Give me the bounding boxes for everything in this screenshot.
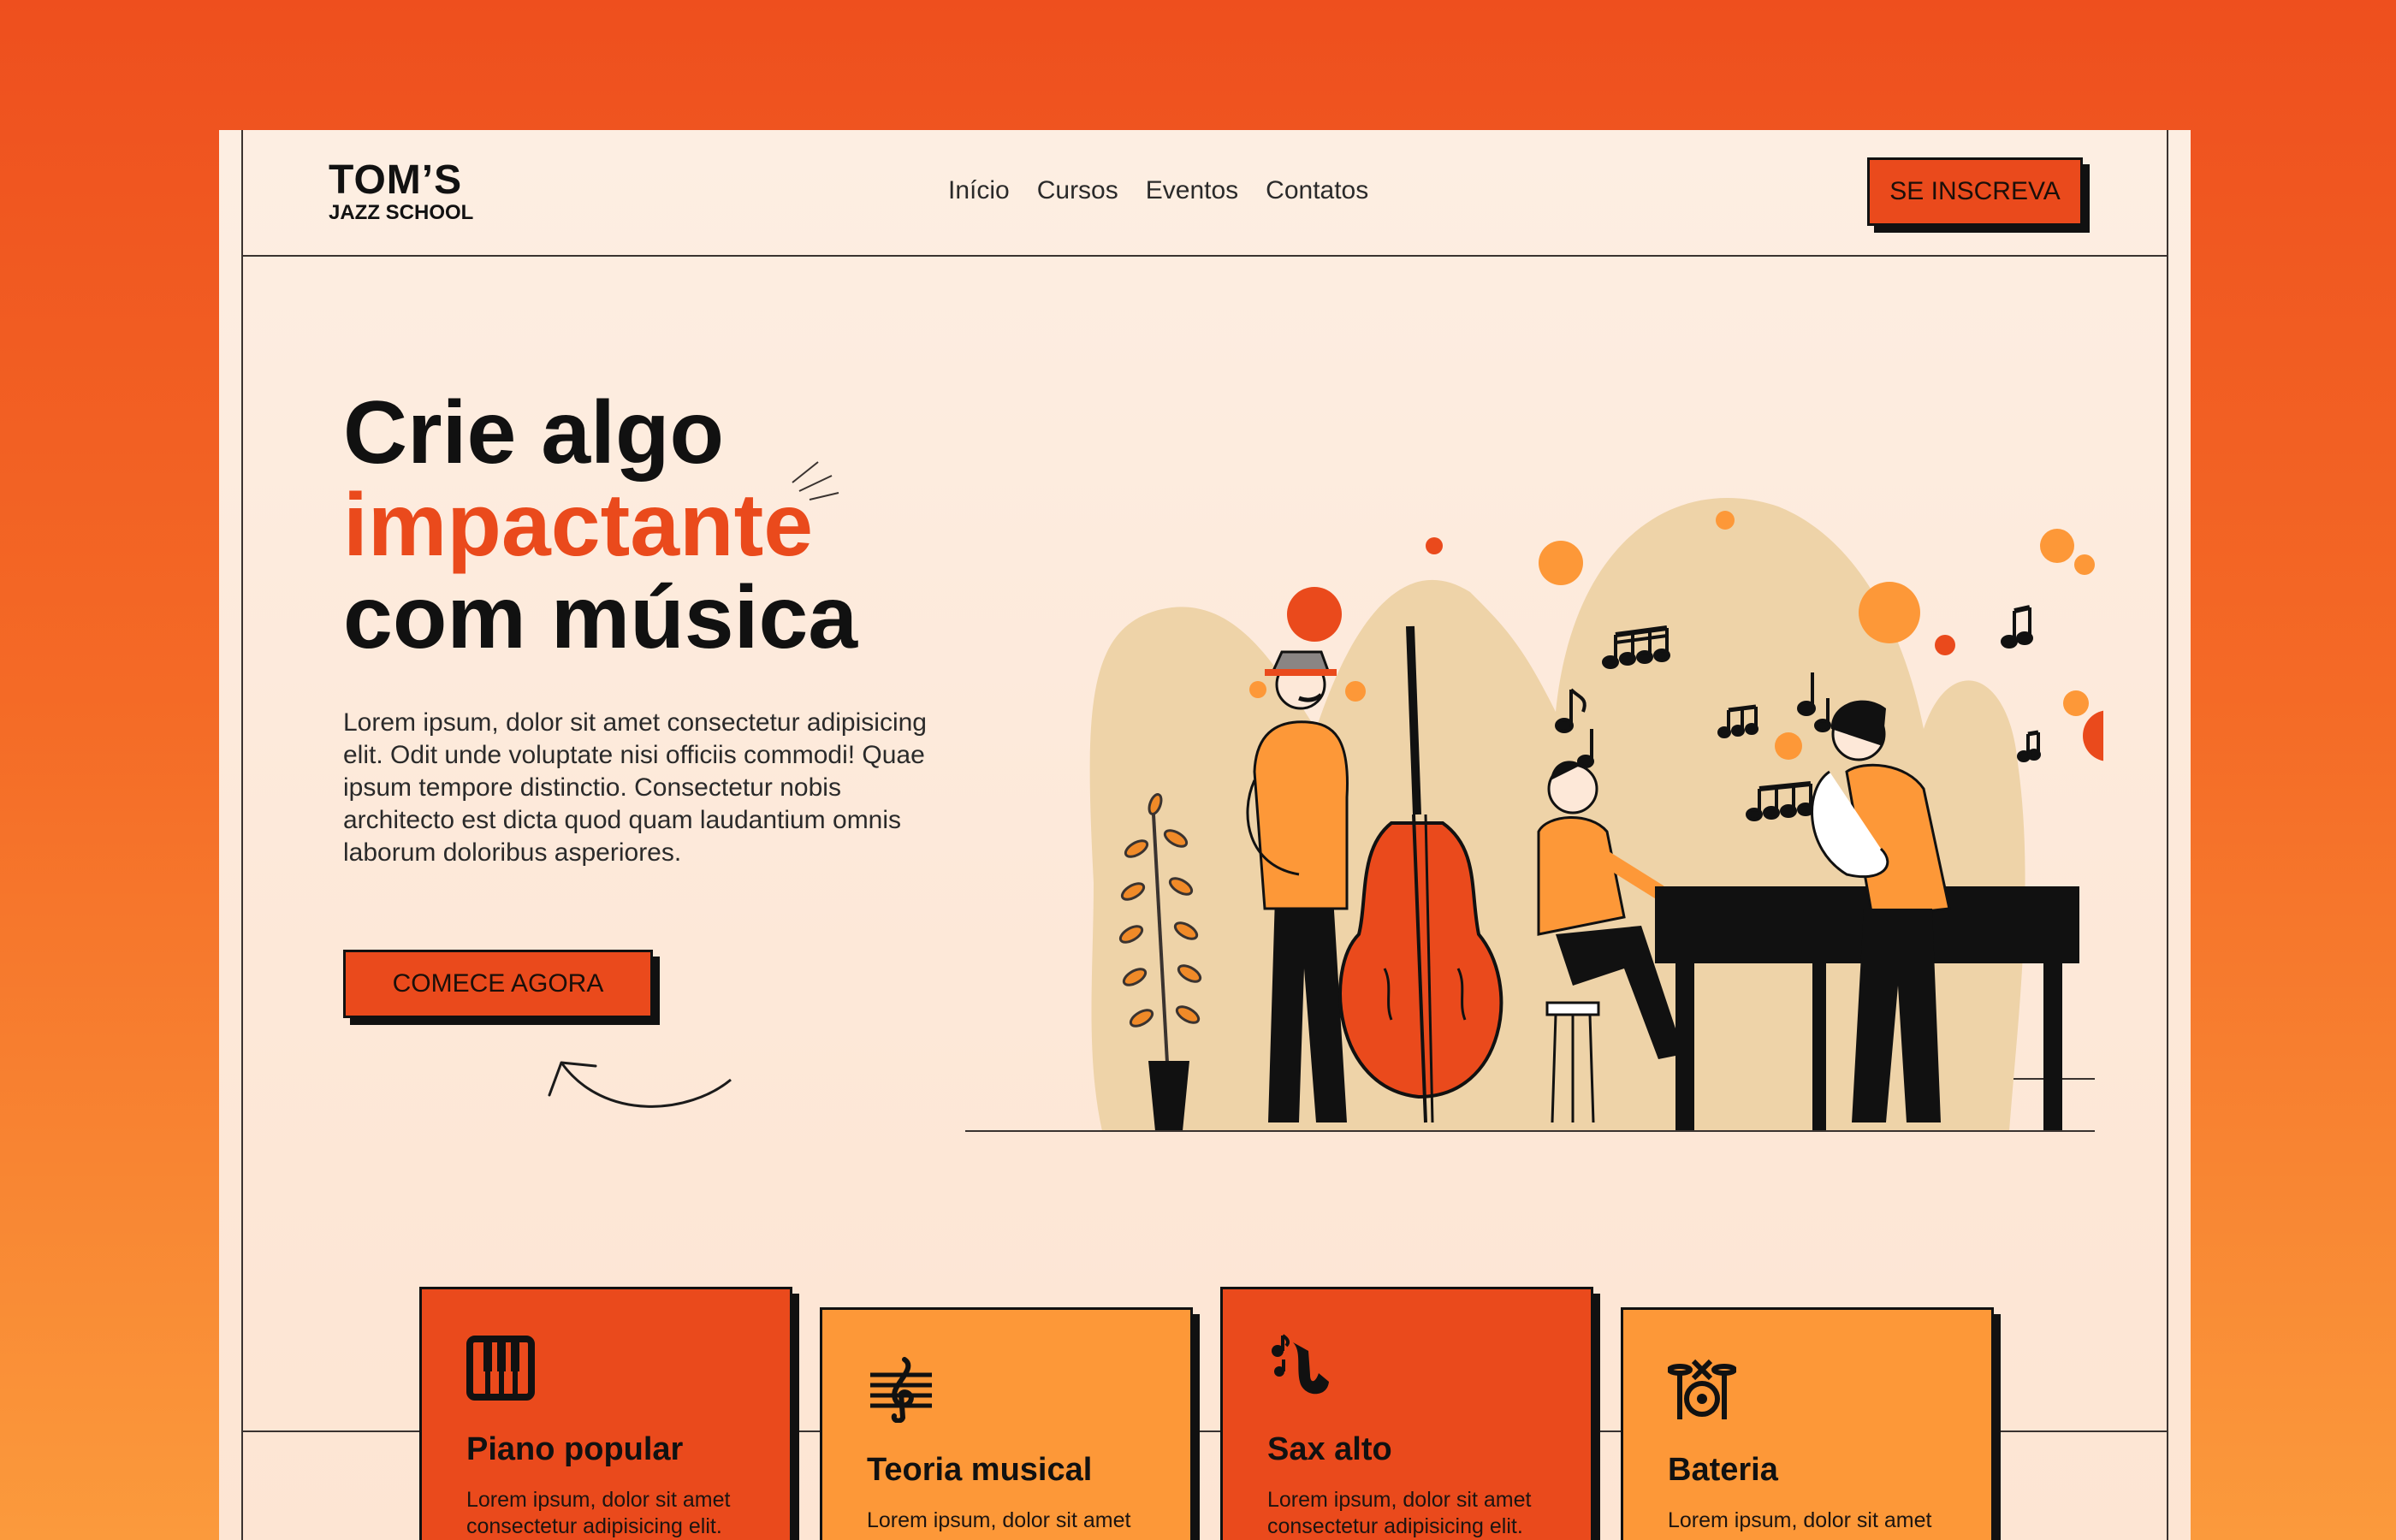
- course-description: Lorem ipsum, dolor sit amet consectetur …: [1267, 1488, 1532, 1538]
- header-divider: [241, 255, 2168, 257]
- course-card-sax[interactable]: Sax alto Lorem ipsum, dolor sit amet con…: [1220, 1287, 1593, 1540]
- course-description: Lorem ipsum, dolor sit amet consectetur …: [466, 1488, 731, 1538]
- hero-title-line1: Crie algo: [343, 383, 724, 483]
- piano-keys-icon: [466, 1336, 535, 1401]
- hero-title-accent: impactante: [343, 476, 814, 575]
- signup-button[interactable]: SE INSCREVA: [1867, 157, 2083, 226]
- curved-arrow-icon: [548, 1061, 732, 1108]
- logo-title: TOM’S: [329, 157, 463, 203]
- jazz-band-illustration: [965, 498, 2103, 1132]
- drum-kit-icon: [1668, 1359, 1736, 1419]
- course-description: Lorem ipsum, dolor sit amet: [867, 1508, 1131, 1532]
- treble-clef-icon: [870, 1357, 932, 1423]
- landing-page: TOM’S JAZZ SCHOOL Início Cursos Eventos …: [219, 130, 2191, 1540]
- course-title: Teoria musical: [867, 1452, 1093, 1488]
- course-description: Lorem ipsum, dolor sit amet: [1668, 1508, 1932, 1532]
- nav-link-contatos[interactable]: Contatos: [1266, 176, 1368, 205]
- course-card-piano[interactable]: Piano popular Lorem ipsum, dolor sit ame…: [419, 1287, 792, 1540]
- course-title: Bateria: [1668, 1452, 1778, 1488]
- logo[interactable]: TOM’S JAZZ SCHOOL: [329, 159, 473, 224]
- course-title: Piano popular: [466, 1431, 684, 1467]
- start-now-button[interactable]: COMECE AGORA: [343, 950, 653, 1018]
- logo-subtitle: JAZZ SCHOOL: [329, 201, 474, 224]
- frame-line-left: [241, 130, 243, 1540]
- hero-title-line3: com música: [343, 568, 858, 667]
- nav-link-cursos[interactable]: Cursos: [1037, 176, 1118, 205]
- main-nav: Início Cursos Eventos Contatos: [948, 176, 1368, 205]
- hero-description: Lorem ipsum, dolor sit amet consectetur …: [343, 708, 927, 867]
- nav-link-inicio[interactable]: Início: [948, 176, 1010, 205]
- saxophone-icon: [1272, 1334, 1329, 1395]
- course-card-theory[interactable]: Teoria musical Lorem ipsum, dolor sit am…: [820, 1307, 1193, 1540]
- nav-link-eventos[interactable]: Eventos: [1146, 176, 1238, 205]
- course-title: Sax alto: [1267, 1431, 1392, 1467]
- course-card-drums[interactable]: Bateria Lorem ipsum, dolor sit amet: [1621, 1307, 1994, 1540]
- emphasis-strokes-icon: [792, 461, 839, 500]
- frame-line-right: [2167, 130, 2168, 1540]
- hero-title: Crie algo impactante com música: [343, 387, 857, 664]
